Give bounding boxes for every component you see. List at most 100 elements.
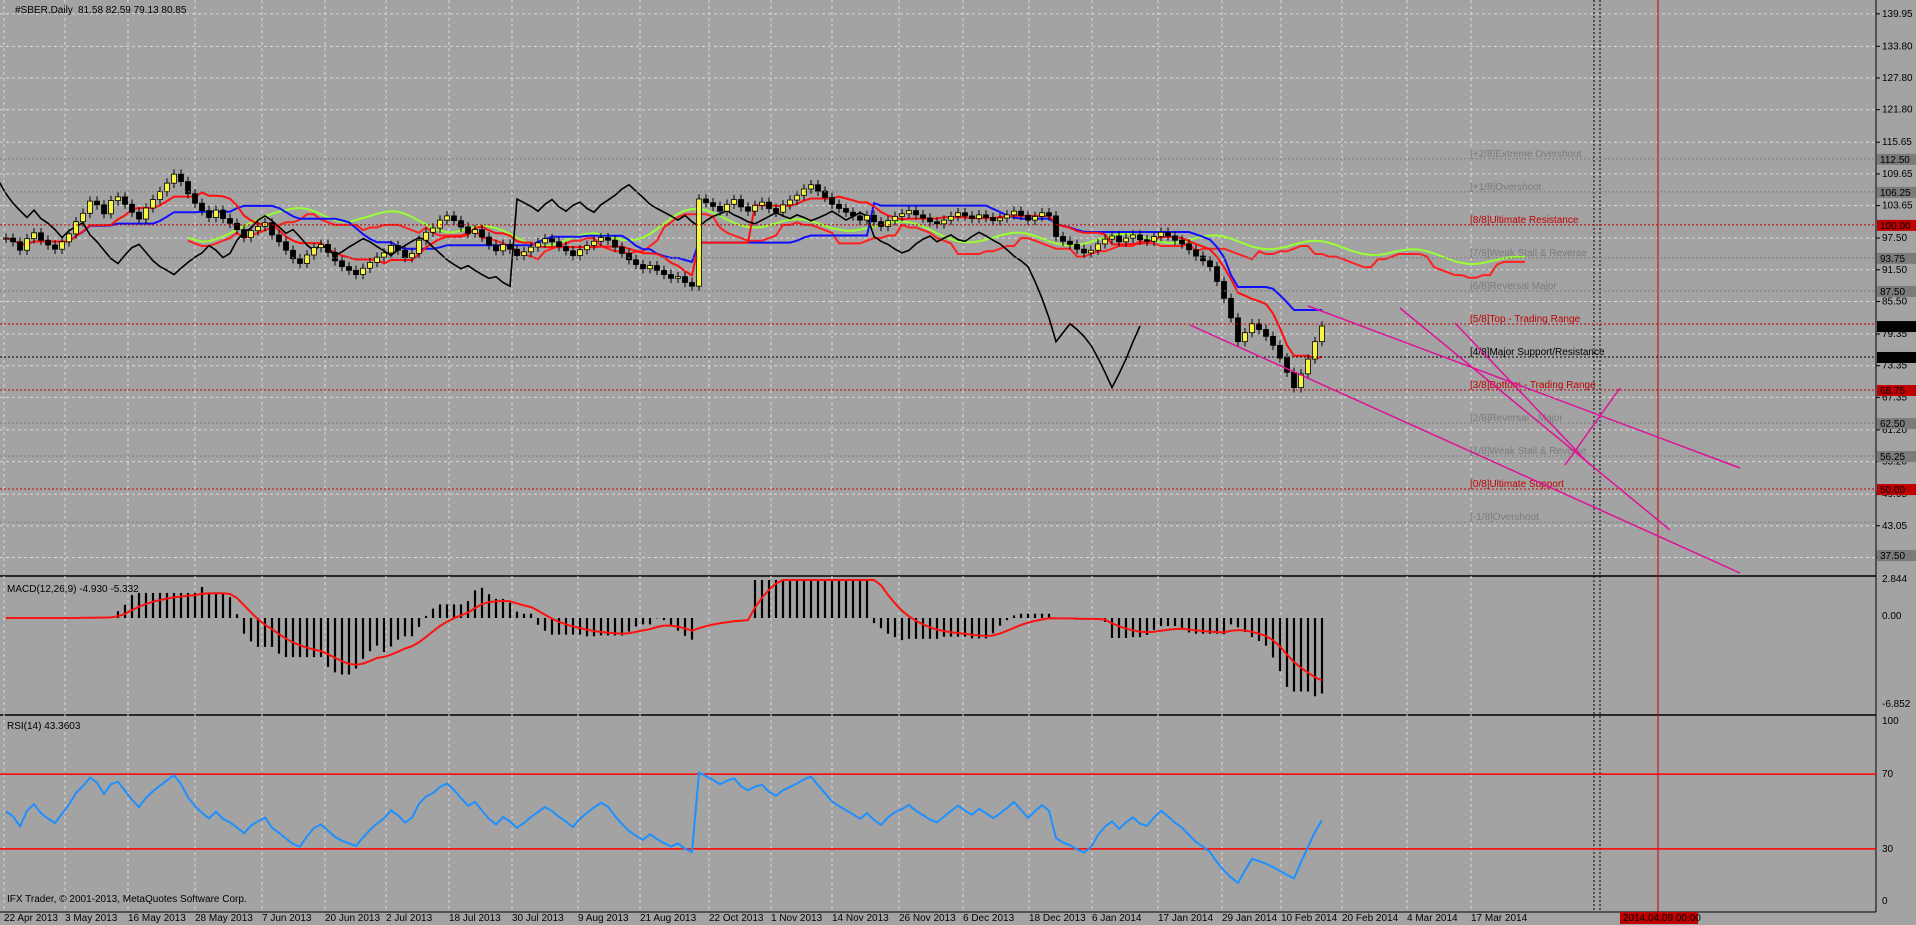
candle-body — [1158, 231, 1164, 237]
rsi-axis-label: 0 — [1882, 896, 1888, 907]
date-label: 21 Aug 2013 — [640, 913, 697, 924]
murrey-label: [6/8]Reversal Major — [1470, 281, 1557, 292]
price-tick-label: 115.65 — [1882, 137, 1912, 148]
candle-body — [1004, 214, 1010, 219]
candle-body — [486, 236, 492, 246]
ohlc-values: 81.58 82.59 79.13 80.85 — [78, 5, 187, 16]
candle-body — [297, 258, 303, 264]
date-label: 16 May 2013 — [128, 913, 186, 924]
price-marker-label: 37.50 — [1880, 551, 1905, 562]
candle-body — [927, 217, 933, 223]
candle-body — [66, 233, 72, 243]
candle-body — [129, 203, 135, 213]
price-tick-label: 133.80 — [1882, 41, 1913, 52]
candle-body — [178, 173, 184, 182]
candle-body — [87, 200, 93, 214]
candle-body — [752, 204, 758, 212]
date-label: 17 Mar 2014 — [1471, 913, 1528, 924]
candle-body — [339, 260, 345, 268]
candle-body — [311, 247, 317, 256]
candle-body — [598, 237, 604, 242]
candle-body — [570, 250, 576, 256]
candle-body — [1144, 239, 1150, 242]
candle-body — [213, 209, 219, 218]
candle-body — [542, 238, 548, 244]
date-label: 22 Apr 2013 — [4, 913, 58, 924]
candle-body — [1228, 297, 1234, 319]
candle-body — [1263, 329, 1269, 337]
candle-body — [661, 269, 667, 275]
date-label: 18 Dec 2013 — [1029, 913, 1086, 924]
date-label: 6 Dec 2013 — [963, 913, 1015, 924]
candle-body — [990, 217, 996, 222]
macd-label: MACD(12,26,9) -4.930 -5.332 — [7, 584, 139, 595]
candle-body — [1256, 323, 1262, 330]
candle-body — [717, 206, 723, 212]
price-axis: 139.95 133.80 127.80 121.80 115.65 109.65 103.… — [1876, 9, 1916, 907]
candle-body — [318, 244, 324, 249]
candle-body — [668, 274, 674, 279]
candle-body — [52, 244, 58, 250]
candle-body — [1270, 335, 1276, 346]
candle-body — [899, 213, 905, 217]
candle-body — [1249, 323, 1255, 334]
candle-body — [430, 227, 436, 233]
candle-body — [878, 221, 884, 227]
candle-body — [1214, 266, 1220, 282]
candle-body — [94, 200, 100, 206]
date-axis: 22 Apr 2013 3 May 2013 16 May 2013 28 May 2… — [4, 912, 1701, 924]
candle-body — [654, 265, 660, 271]
date-label: 14 Nov 2013 — [832, 913, 889, 924]
rsi-axis-label: 30 — [1882, 844, 1894, 855]
candle-body — [1018, 210, 1024, 216]
candle-body — [458, 220, 464, 228]
candle-body — [500, 244, 506, 252]
price-tick-label: 43.05 — [1882, 521, 1907, 532]
candle-body — [220, 209, 226, 219]
candle-body — [45, 239, 51, 246]
date-label: 20 Jun 2013 — [325, 913, 380, 924]
candle-body — [584, 245, 590, 251]
candle-body — [843, 208, 849, 213]
candle-body — [304, 254, 310, 264]
candle-body — [1179, 239, 1185, 245]
candle-body — [465, 226, 471, 234]
price-tick-label: 91.50 — [1882, 265, 1907, 276]
price-chart: [+2/8]Extreme Overshoot [+1/8]Overshoot [8… — [0, 0, 1916, 924]
candle-body — [955, 212, 961, 217]
candle-body — [17, 241, 23, 251]
candle-body — [388, 245, 394, 254]
candle-body — [731, 199, 737, 205]
candle-body — [402, 249, 408, 259]
price-marker-label: 80.85 — [1880, 322, 1905, 333]
candle-body — [1319, 325, 1325, 343]
candle-body — [171, 173, 177, 184]
date-label: 9 Aug 2013 — [578, 913, 629, 924]
candle-body — [241, 229, 247, 238]
candle-body — [857, 215, 863, 221]
candle-body — [206, 210, 212, 218]
candle-body — [1032, 216, 1038, 221]
chart-title: #SBER,Daily — [15, 5, 73, 16]
date-label: 29 Jan 2014 — [1222, 913, 1277, 924]
candle-body — [535, 242, 541, 248]
date-label: 3 May 2013 — [65, 913, 118, 924]
candle-body — [969, 215, 975, 219]
murrey-label: [+2/8]Extreme Overshoot — [1470, 149, 1582, 160]
candle-body — [143, 207, 149, 220]
candle-body — [157, 191, 163, 200]
candle-body — [514, 248, 520, 256]
price-tick-label: 103.65 — [1882, 201, 1913, 212]
candle-body — [276, 234, 282, 243]
candle-body — [122, 196, 128, 205]
candle-body — [871, 214, 877, 223]
candle-body — [451, 215, 457, 222]
macd-axis-label: 2.844 — [1882, 574, 1907, 585]
candle-body — [423, 231, 429, 241]
candle-body — [10, 237, 16, 243]
candle-body — [850, 211, 856, 217]
candle-body — [1116, 235, 1122, 243]
candle-body — [1130, 234, 1136, 239]
price-tick-label: 127.80 — [1882, 73, 1913, 84]
candle-body — [395, 245, 401, 251]
